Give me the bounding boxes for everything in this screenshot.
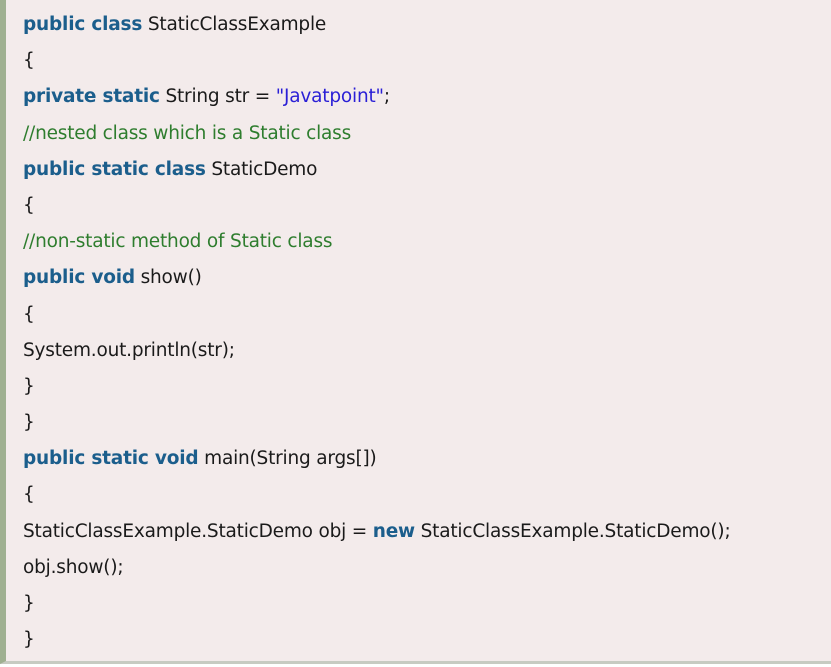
code-token: }	[23, 412, 35, 434]
code-token: StaticClassExample.StaticDemo();	[414, 520, 731, 542]
code-line-6: {	[23, 188, 831, 224]
code-token: System.out.println(str);	[23, 339, 235, 361]
code-token: obj.show();	[23, 556, 124, 578]
code-token: "Javatpoint"	[275, 86, 384, 108]
code-token: public void	[23, 267, 135, 289]
code-token: public static class	[23, 158, 206, 180]
code-line-10: System.out.println(str);	[23, 333, 831, 369]
code-token: public class	[23, 14, 143, 35]
code-token: {	[23, 50, 35, 72]
code-line-12: }	[23, 405, 831, 441]
code-line-14: {	[23, 477, 831, 513]
code-line-3: private static String str = "Javatpoint"…	[23, 79, 831, 115]
code-line-16: obj.show();	[23, 550, 831, 586]
code-line-13: public static void main(String args[])	[23, 441, 831, 477]
code-line-17: }	[23, 586, 831, 622]
code-token: StaticClassExample.StaticDemo obj =	[23, 520, 373, 542]
code-line-1: public class StaticClassExample	[23, 7, 831, 43]
code-line-15: StaticClassExample.StaticDemo obj = new …	[23, 514, 831, 550]
code-line-7: //non-static method of Static class	[23, 224, 831, 260]
code-token: }	[23, 593, 35, 614]
code-token: String str =	[159, 86, 276, 108]
code-block: public class StaticClassExample { privat…	[0, 0, 831, 664]
code-line-8: public void show()	[23, 260, 831, 296]
code-token: ;	[383, 86, 390, 108]
code-line-4: //nested class which is a Static class	[23, 116, 831, 152]
code-token: StaticClassExample	[142, 14, 327, 35]
code-line-2: {	[23, 43, 831, 79]
code-token: {	[23, 484, 35, 506]
code-comment: //non-static method of Static class	[23, 231, 333, 253]
code-line-18: }	[23, 622, 831, 658]
code-token: show()	[134, 267, 202, 289]
code-token: }	[23, 375, 35, 397]
code-line-11: }	[23, 369, 831, 405]
code-token: main(String args[])	[198, 448, 377, 470]
code-token: {	[23, 194, 35, 216]
code-token: private static	[23, 86, 160, 108]
code-token: {	[23, 303, 35, 325]
code-token: StaticDemo	[205, 158, 318, 180]
code-comment: //nested class which is a Static class	[23, 122, 352, 144]
code-token: new	[372, 520, 415, 542]
code-token: }	[23, 629, 35, 651]
code-token: public static void	[23, 448, 199, 470]
code-line-9: {	[23, 297, 831, 333]
code-line-5: public static class StaticDemo	[23, 152, 831, 188]
